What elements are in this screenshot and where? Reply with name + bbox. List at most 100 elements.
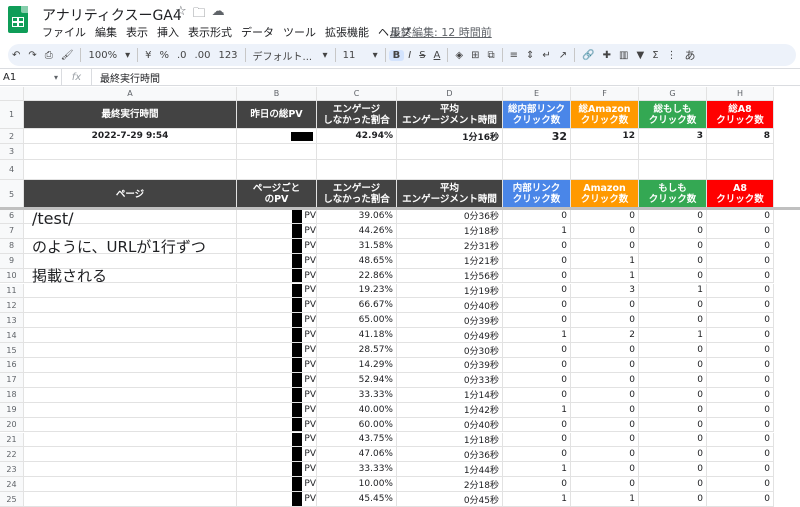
row-header[interactable]: 14 (0, 328, 24, 344)
page-pv-cell[interactable]: PV (237, 462, 317, 478)
a8-clicks-cell[interactable]: 0 (707, 268, 774, 284)
page-url-cell[interactable] (24, 492, 237, 507)
merge-cells-icon[interactable]: ⧉ (483, 50, 498, 61)
cell[interactable] (639, 144, 707, 160)
page-url-cell[interactable] (24, 387, 237, 403)
sum-function-icon[interactable]: Σ (648, 50, 662, 61)
amazon-clicks-cell[interactable]: 0 (571, 372, 639, 388)
a8-clicks-cell[interactable]: 0 (707, 462, 774, 478)
engagement-time-cell[interactable]: 0分49秒 (397, 328, 503, 344)
row-header[interactable]: 9 (0, 253, 24, 269)
menu-item[interactable]: 編集 (95, 24, 117, 40)
engagement-time-cell[interactable]: 0分36秒 (397, 447, 503, 463)
moshimo-clicks-cell[interactable]: 0 (639, 253, 707, 269)
moshimo-clicks-cell[interactable]: 0 (639, 358, 707, 373)
column-header[interactable]: F (571, 87, 639, 101)
engagement-time-cell[interactable]: 0分45秒 (397, 492, 503, 507)
row-header[interactable]: 11 (0, 283, 24, 299)
column-header[interactable]: A (24, 87, 237, 101)
menu-item[interactable]: ツール (283, 24, 316, 40)
amazon-clicks-cell[interactable]: 2 (571, 328, 639, 344)
moshimo-clicks-cell[interactable]: 0 (639, 343, 707, 358)
chart-icon[interactable]: ▥ (615, 50, 632, 61)
amazon-clicks-cell[interactable]: 0 (571, 417, 639, 433)
bounce-rate-cell[interactable]: 48.65% (317, 253, 397, 269)
row-header[interactable]: 23 (0, 462, 24, 478)
cell[interactable] (317, 160, 397, 180)
bounce-rate-cell[interactable]: 33.33% (317, 387, 397, 403)
moshimo-clicks-cell[interactable]: 0 (639, 492, 707, 507)
moshimo-clicks-cell[interactable]: 0 (639, 477, 707, 493)
page-pv-cell[interactable]: PV (237, 238, 317, 254)
a8-clicks-cell[interactable]: 0 (707, 283, 774, 299)
engagement-time-cell[interactable]: 1分18秒 (397, 223, 503, 239)
amazon-clicks-cell[interactable]: 3 (571, 283, 639, 299)
internal-clicks-cell[interactable]: 1 (503, 462, 571, 478)
engagement-time-cell[interactable]: 2分31秒 (397, 238, 503, 254)
bounce-rate-cell[interactable]: 52.94% (317, 372, 397, 388)
amazon-clicks-cell[interactable]: 0 (571, 447, 639, 463)
bounce-rate-cell[interactable]: 44.26% (317, 223, 397, 239)
column-header[interactable]: D (397, 87, 503, 101)
summary-value-cell[interactable]: 1分16秒 (397, 129, 503, 144)
amazon-clicks-cell[interactable]: 0 (571, 238, 639, 254)
cell[interactable] (397, 160, 503, 180)
chevron-down-icon[interactable]: ▾ (54, 73, 58, 82)
text-rotate-icon[interactable]: ↗ (555, 50, 571, 61)
internal-clicks-cell[interactable]: 0 (503, 313, 571, 329)
bounce-rate-cell[interactable]: 39.06% (317, 209, 397, 224)
row-header[interactable]: 6 (0, 209, 24, 224)
decimal-increase-button[interactable]: .00 (191, 50, 215, 61)
amazon-clicks-cell[interactable]: 1 (571, 492, 639, 507)
internal-clicks-cell[interactable]: 0 (503, 268, 571, 284)
bounce-rate-cell[interactable]: 65.00% (317, 313, 397, 329)
cloud-status-icon[interactable]: ☁ (212, 4, 225, 26)
amazon-clicks-cell[interactable]: 0 (571, 209, 639, 224)
engagement-time-cell[interactable]: 1分19秒 (397, 283, 503, 299)
moshimo-clicks-cell[interactable]: 0 (639, 298, 707, 314)
a8-clicks-cell[interactable]: 0 (707, 372, 774, 388)
summary-header-cell[interactable]: 昨日の総PV (237, 101, 317, 129)
detail-header-cell[interactable]: エンゲージ しなかった割合 (317, 180, 397, 209)
cell[interactable] (24, 160, 237, 180)
summary-value-cell[interactable]: 32 (503, 129, 571, 144)
a8-clicks-cell[interactable]: 0 (707, 417, 774, 433)
chevron-down-icon[interactable]: ▾ (319, 50, 332, 61)
italic-button[interactable]: I (404, 50, 415, 61)
summary-header-cell[interactable]: 最終実行時間 (24, 101, 237, 129)
amazon-clicks-cell[interactable]: 0 (571, 432, 639, 448)
page-pv-cell[interactable]: PV (237, 387, 317, 403)
detail-header-cell[interactable]: ページごと のPV (237, 180, 317, 209)
column-header[interactable]: E (503, 87, 571, 101)
row-header[interactable]: 2 (0, 129, 24, 144)
menu-item[interactable]: 表示 (126, 24, 148, 40)
row-header[interactable]: 19 (0, 402, 24, 418)
page-pv-cell[interactable]: PV (237, 477, 317, 493)
a8-clicks-cell[interactable]: 0 (707, 238, 774, 254)
a8-clicks-cell[interactable]: 0 (707, 402, 774, 418)
internal-clicks-cell[interactable]: 0 (503, 372, 571, 388)
row-header[interactable]: 12 (0, 298, 24, 314)
cell[interactable] (237, 144, 317, 160)
page-pv-cell[interactable]: PV (237, 223, 317, 239)
align-vertical-icon[interactable]: ⇕ (522, 50, 538, 61)
menu-item[interactable]: ファイル (42, 24, 86, 40)
cell[interactable] (707, 144, 774, 160)
detail-header-cell[interactable]: Amazon クリック数 (571, 180, 639, 209)
internal-clicks-cell[interactable]: 0 (503, 358, 571, 373)
engagement-time-cell[interactable]: 0分39秒 (397, 358, 503, 373)
page-url-cell[interactable] (24, 298, 237, 314)
internal-clicks-cell[interactable]: 0 (503, 432, 571, 448)
more-formats-button[interactable]: 123 (214, 50, 241, 61)
internal-clicks-cell[interactable]: 0 (503, 238, 571, 254)
a8-clicks-cell[interactable]: 0 (707, 492, 774, 507)
moshimo-clicks-cell[interactable]: 0 (639, 313, 707, 329)
filter-icon[interactable]: ▼ (632, 50, 648, 61)
star-icon[interactable]: ☆ (175, 4, 187, 26)
internal-clicks-cell[interactable]: 0 (503, 447, 571, 463)
page-url-cell[interactable] (24, 447, 237, 463)
page-pv-cell[interactable]: PV (237, 417, 317, 433)
bounce-rate-cell[interactable]: 60.00% (317, 417, 397, 433)
menu-item[interactable]: 表示形式 (188, 24, 232, 40)
cell[interactable] (571, 144, 639, 160)
